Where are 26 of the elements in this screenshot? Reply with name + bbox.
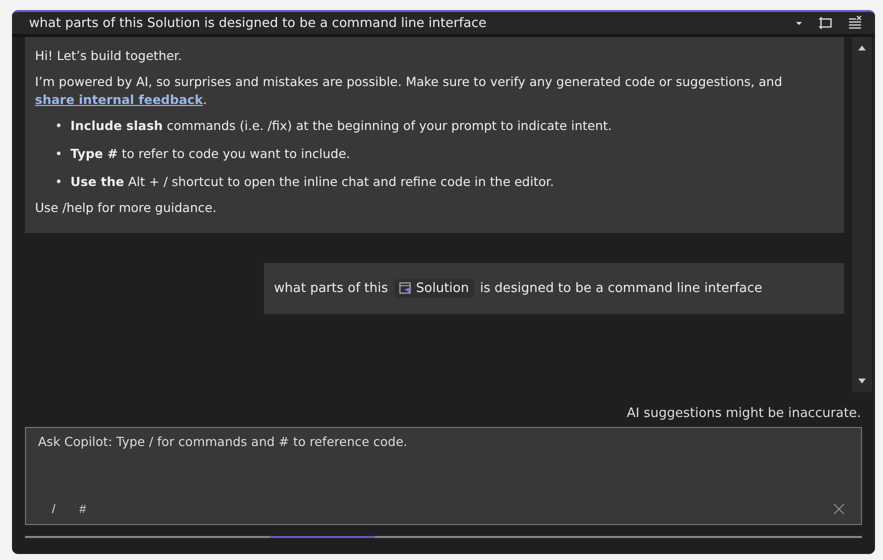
window-title: what parts of this Solution is designed to be a command line interface [29, 16, 488, 30]
dropdown-caret-icon[interactable] [795, 19, 803, 27]
tip-text: Include slash commands (i.e. /fix) at the beginning of your prompt to indicate intent. [70, 117, 612, 135]
command-button[interactable]: # [77, 502, 88, 516]
solution-reference[interactable]: Solution [394, 279, 474, 298]
solution-icon [399, 282, 412, 295]
message-text: is designed to be a command line interface [480, 281, 762, 296]
chat-input[interactable]: Ask Copilot: Type / for commands and # to reference code. / # [25, 427, 862, 525]
window-icon[interactable] [817, 15, 833, 31]
notice-text: I’m powered by AI, so surprises and mistakes are possible. Make sure to verify any generated code or suggestions, and share internal feedback. [35, 73, 784, 109]
message-text: what parts of this [274, 281, 388, 296]
feedback-link[interactable]: share internal feedback [35, 92, 203, 107]
scrollbar[interactable] [852, 37, 872, 392]
tip-text: Use the Alt + / shortcut to open the inline chat and refine code in the editor. [70, 173, 554, 191]
greeting-text: Hi! Let’s build together. [35, 47, 184, 65]
tip-text: Type # to refer to code you want to include. [70, 145, 350, 163]
bullet-mark: • [55, 117, 62, 135]
scroll-down-icon[interactable] [857, 376, 867, 386]
bullet-mark: • [55, 145, 62, 163]
clear-list-icon[interactable] [847, 15, 863, 31]
bullet-mark: • [55, 173, 62, 191]
help-text: Use /help for more guidance. [35, 199, 218, 217]
command-button[interactable]: / [50, 502, 58, 516]
disclaimer-text: AI suggestions might be inaccurate. [626, 405, 862, 423]
close-icon[interactable] [833, 503, 845, 515]
scroll-up-icon[interactable] [857, 43, 867, 53]
